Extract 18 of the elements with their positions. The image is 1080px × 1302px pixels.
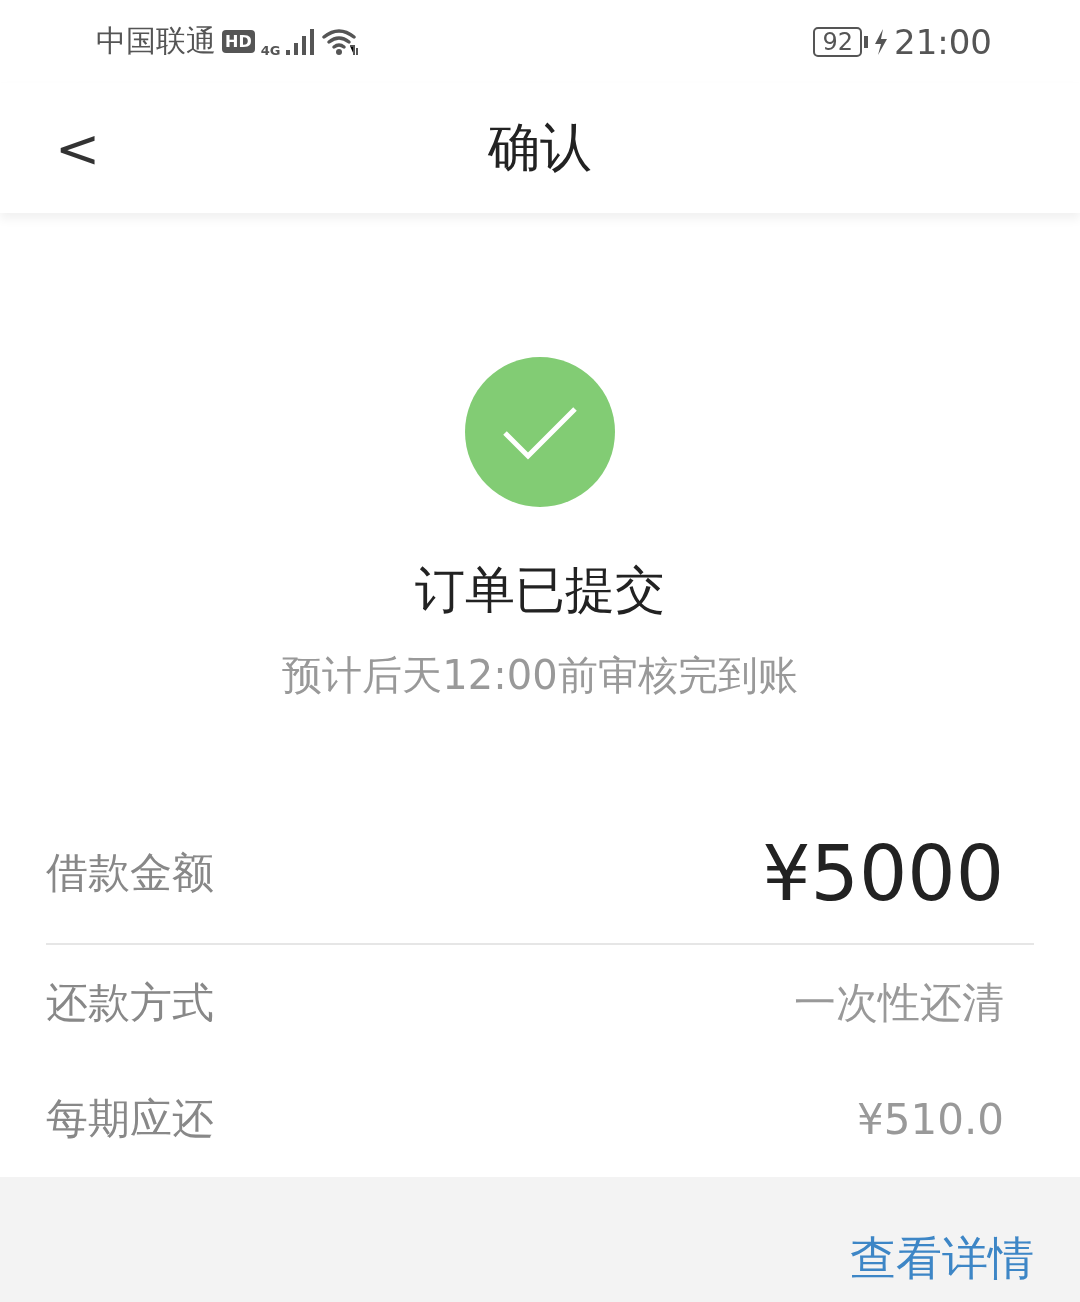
success-check-icon: [465, 357, 615, 508]
clock-time: 21:00: [894, 21, 992, 62]
loan-amount: ¥5000: [762, 828, 1004, 918]
battery-icon: 92: [813, 26, 862, 57]
row-value: ¥510.0: [857, 1094, 1004, 1144]
result-title: 订单已提交: [415, 560, 665, 622]
page-title: 确认: [488, 116, 592, 180]
row-value: 一次性还清: [794, 977, 1004, 1030]
signal-icon: [286, 27, 317, 56]
network-label: 4G: [260, 43, 281, 59]
hd-badge: HD: [222, 30, 255, 54]
wifi-icon: [322, 27, 361, 56]
result-subtitle: 预计后天12:00前审核完到账: [282, 651, 798, 701]
row-label: 每期应还: [46, 1093, 214, 1146]
carrier-name: 中国联通: [96, 22, 216, 61]
back-button[interactable]: <: [55, 116, 101, 180]
row-label: 还款方式: [46, 977, 214, 1030]
row-label: 借款金额: [46, 847, 214, 900]
